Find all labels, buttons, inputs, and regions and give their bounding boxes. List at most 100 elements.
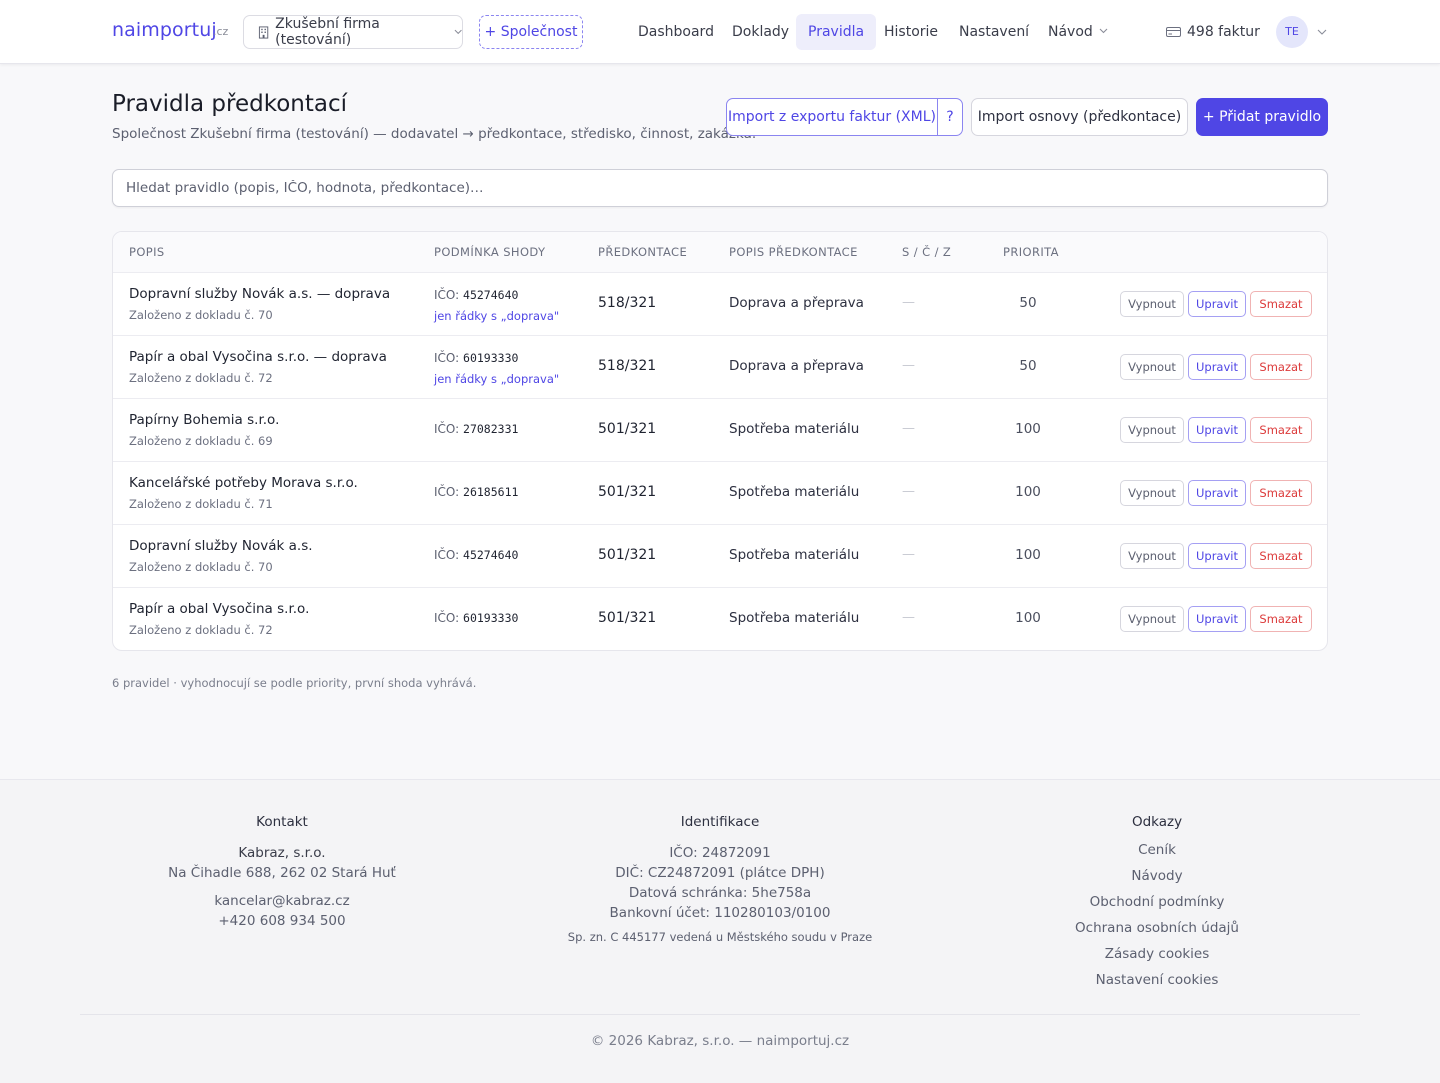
footer-link-navody[interactable]: Návody <box>1007 863 1307 889</box>
nav-dashboard[interactable]: Dashboard <box>626 14 726 50</box>
footer-link-zasady-cookies[interactable]: Zásady cookies <box>1007 941 1307 967</box>
rule-priority: 100 <box>1015 547 1041 563</box>
table-row: Kancelářské potřeby Morava s.r.o. Založe… <box>113 462 1327 525</box>
rule-condition: IČO: 60193330 <box>434 351 518 365</box>
ico-value: 26185611 <box>463 485 519 499</box>
add-rule-button[interactable]: + Přidat pravidlo <box>1196 98 1328 136</box>
rule-account: 501/321 <box>598 484 657 500</box>
add-company-button[interactable]: + Společnost <box>479 15 583 49</box>
rule-condition: IČO: 27082331 <box>434 422 518 436</box>
ico-label: IČO: <box>434 288 460 302</box>
edit-rule-button[interactable]: Upravit <box>1188 354 1246 380</box>
company-select[interactable]: Zkušební firma (testování) <box>243 15 463 49</box>
rule-scz: — <box>902 421 915 436</box>
table-row: Papír a obal Vysočina s.r.o. — doprava Z… <box>113 336 1327 399</box>
edit-rule-button[interactable]: Upravit <box>1188 606 1246 632</box>
nav-pravidla[interactable]: Pravidla <box>796 14 877 50</box>
rule-source: Založeno z dokladu č. 70 <box>129 308 273 322</box>
table-row: Dopravní služby Novák a.s. — doprava Zal… <box>113 273 1327 336</box>
footer-link-obchodni-podminky[interactable]: Obchodní podmínky <box>1007 889 1307 915</box>
delete-rule-button[interactable]: Smazat <box>1250 480 1312 506</box>
rule-account-description: Spotřeba materiálu <box>729 421 860 437</box>
nav-nastaveni[interactable]: Nastavení <box>947 14 1041 50</box>
rule-source: Založeno z dokladu č. 69 <box>129 434 273 448</box>
import-xml-button[interactable]: Import z exportu faktur (XML) <box>727 99 938 135</box>
rule-source: Založeno z dokladu č. 72 <box>129 371 273 385</box>
edit-rule-button[interactable]: Upravit <box>1188 480 1246 506</box>
footer-links-heading: Odkazy <box>1131 814 1183 830</box>
ico-value: 60193330 <box>463 611 519 625</box>
ico-label: IČO: <box>434 422 460 436</box>
footer-link-ochrana-udaju[interactable]: Ochrana osobních údajů <box>1007 915 1307 941</box>
rule-account: 501/321 <box>598 610 657 626</box>
rule-priority: 100 <box>1015 610 1041 626</box>
user-avatar[interactable]: TE <box>1276 16 1308 48</box>
rule-search-input[interactable] <box>112 169 1328 207</box>
credit-card-icon <box>1166 27 1181 37</box>
footer-register: Sp. zn. C 445177 vedená u Městského soud… <box>567 930 873 944</box>
invoice-count-label: 498 faktur <box>1187 24 1260 40</box>
edit-rule-button[interactable]: Upravit <box>1188 543 1246 569</box>
nav-doklady[interactable]: Doklady <box>720 14 801 50</box>
import-osnova-button[interactable]: Import osnovy (předkontace) <box>971 98 1188 136</box>
rule-priority: 50 <box>1019 295 1037 311</box>
disable-rule-button[interactable]: Vypnout <box>1120 354 1184 380</box>
footer-identification: Identifikace IČO: 24872091 DIČ: CZ248720… <box>520 814 920 944</box>
ico-label: IČO: <box>434 548 460 562</box>
column-header-priorita: PRIORITA <box>1003 245 1059 259</box>
app-logo[interactable]: naimportuj <box>112 19 217 41</box>
disable-rule-button[interactable]: Vypnout <box>1120 417 1184 443</box>
footer-email-link[interactable]: kancelar@kabraz.cz <box>132 891 432 911</box>
column-header-podminka: PODMÍNKA SHODY <box>434 245 546 259</box>
rule-condition: IČO: 26185611 <box>434 485 518 499</box>
delete-rule-button[interactable]: Smazat <box>1250 291 1312 317</box>
import-xml-help-button[interactable]: ? <box>938 99 962 135</box>
rule-description: Kancelářské potřeby Morava s.r.o. <box>129 475 358 491</box>
rule-account: 501/321 <box>598 547 657 563</box>
rule-account: 518/321 <box>598 295 657 311</box>
invoice-count[interactable]: 498 faktur <box>1166 22 1260 42</box>
rule-source: Založeno z dokladu č. 71 <box>129 497 273 511</box>
delete-rule-button[interactable]: Smazat <box>1250 354 1312 380</box>
disable-rule-button[interactable]: Vypnout <box>1120 543 1184 569</box>
rule-condition-note: jen řádky s „doprava" <box>434 372 560 386</box>
nav-historie[interactable]: Historie <box>872 14 950 50</box>
disable-rule-button[interactable]: Vypnout <box>1120 291 1184 317</box>
edit-rule-button[interactable]: Upravit <box>1188 417 1246 443</box>
footer-databox: Datová schránka: 5he758a <box>628 885 812 901</box>
rule-priority: 50 <box>1019 358 1037 374</box>
footer-link-cenik[interactable]: Ceník <box>1007 837 1307 863</box>
delete-rule-button[interactable]: Smazat <box>1250 543 1312 569</box>
ico-value: 60193330 <box>463 351 519 365</box>
footer-contact-heading: Kontakt <box>256 814 308 830</box>
rule-condition-note: jen řádky s „doprava" <box>434 309 560 323</box>
rule-source: Založeno z dokladu č. 70 <box>129 560 273 574</box>
table-header: POPIS PODMÍNKA SHODY PŘEDKONTACE POPIS P… <box>113 232 1327 273</box>
rule-account-description: Doprava a přeprava <box>729 295 864 311</box>
building-icon <box>258 25 269 39</box>
column-header-popis: POPIS <box>129 245 165 259</box>
ico-label: IČO: <box>434 485 460 499</box>
edit-rule-button[interactable]: Upravit <box>1188 291 1246 317</box>
footer-dic: DIČ: CZ24872091 (plátce DPH) <box>615 865 825 881</box>
delete-rule-button[interactable]: Smazat <box>1250 606 1312 632</box>
footer-phone[interactable]: +420 608 934 500 <box>132 911 432 931</box>
import-xml-label: Import z exportu faktur (XML) <box>728 109 936 125</box>
table-footnote: 6 pravidel · vyhodnocují se podle priori… <box>112 676 477 690</box>
disable-rule-button[interactable]: Vypnout <box>1120 480 1184 506</box>
chevron-down-icon[interactable] <box>1317 29 1327 35</box>
nav-navod-label: Návod <box>1048 24 1093 40</box>
rule-condition: IČO: 60193330 <box>434 611 518 625</box>
rule-account: 501/321 <box>598 421 657 437</box>
column-header-popis-predkontace: POPIS PŘEDKONTACE <box>729 245 858 259</box>
disable-rule-button[interactable]: Vypnout <box>1120 606 1184 632</box>
footer-link-nastaveni-cookies[interactable]: Nastavení cookies <box>1007 967 1307 993</box>
import-osnova-label: Import osnovy (předkontace) <box>977 109 1182 125</box>
rule-description: Papír a obal Vysočina s.r.o. <box>129 601 310 617</box>
app-logo-tld: .cz <box>213 25 229 38</box>
rule-source: Založeno z dokladu č. 72 <box>129 623 273 637</box>
delete-rule-button[interactable]: Smazat <box>1250 417 1312 443</box>
rule-priority: 100 <box>1015 484 1041 500</box>
rule-description: Papírny Bohemia s.r.o. <box>129 412 280 428</box>
nav-navod[interactable]: Návod <box>1036 14 1120 50</box>
